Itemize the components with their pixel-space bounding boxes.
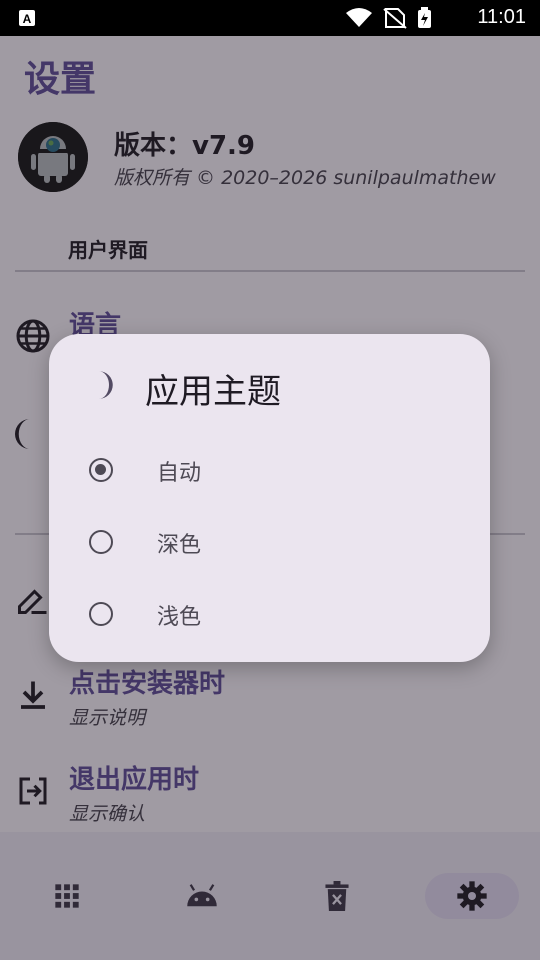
option-label: 深色: [157, 533, 202, 558]
clock: 11:01: [477, 6, 526, 28]
svg-text:A: A: [23, 12, 32, 26]
moon-icon: [99, 371, 113, 399]
option-label: 浅色: [157, 605, 202, 630]
wifi-icon: [346, 8, 372, 27]
status-icons: [346, 7, 431, 29]
theme-option-light[interactable]: 浅色: [69, 582, 469, 646]
theme-option-dark[interactable]: 深色: [69, 510, 469, 574]
option-label: 自动: [157, 461, 202, 486]
no-sim-icon: [383, 8, 407, 29]
battery-charging-icon: [418, 7, 431, 28]
radio-button[interactable]: [89, 602, 113, 626]
status-bar: A 11:01: [0, 0, 540, 36]
theme-dialog: 应用主题 自动 深色 浅色: [49, 334, 490, 662]
text-a-icon: A: [19, 10, 35, 26]
theme-option-auto[interactable]: 自动: [69, 438, 469, 502]
radio-button[interactable]: [89, 530, 113, 554]
radio-button[interactable]: [89, 458, 113, 482]
dialog-title: 应用主题: [145, 372, 281, 412]
